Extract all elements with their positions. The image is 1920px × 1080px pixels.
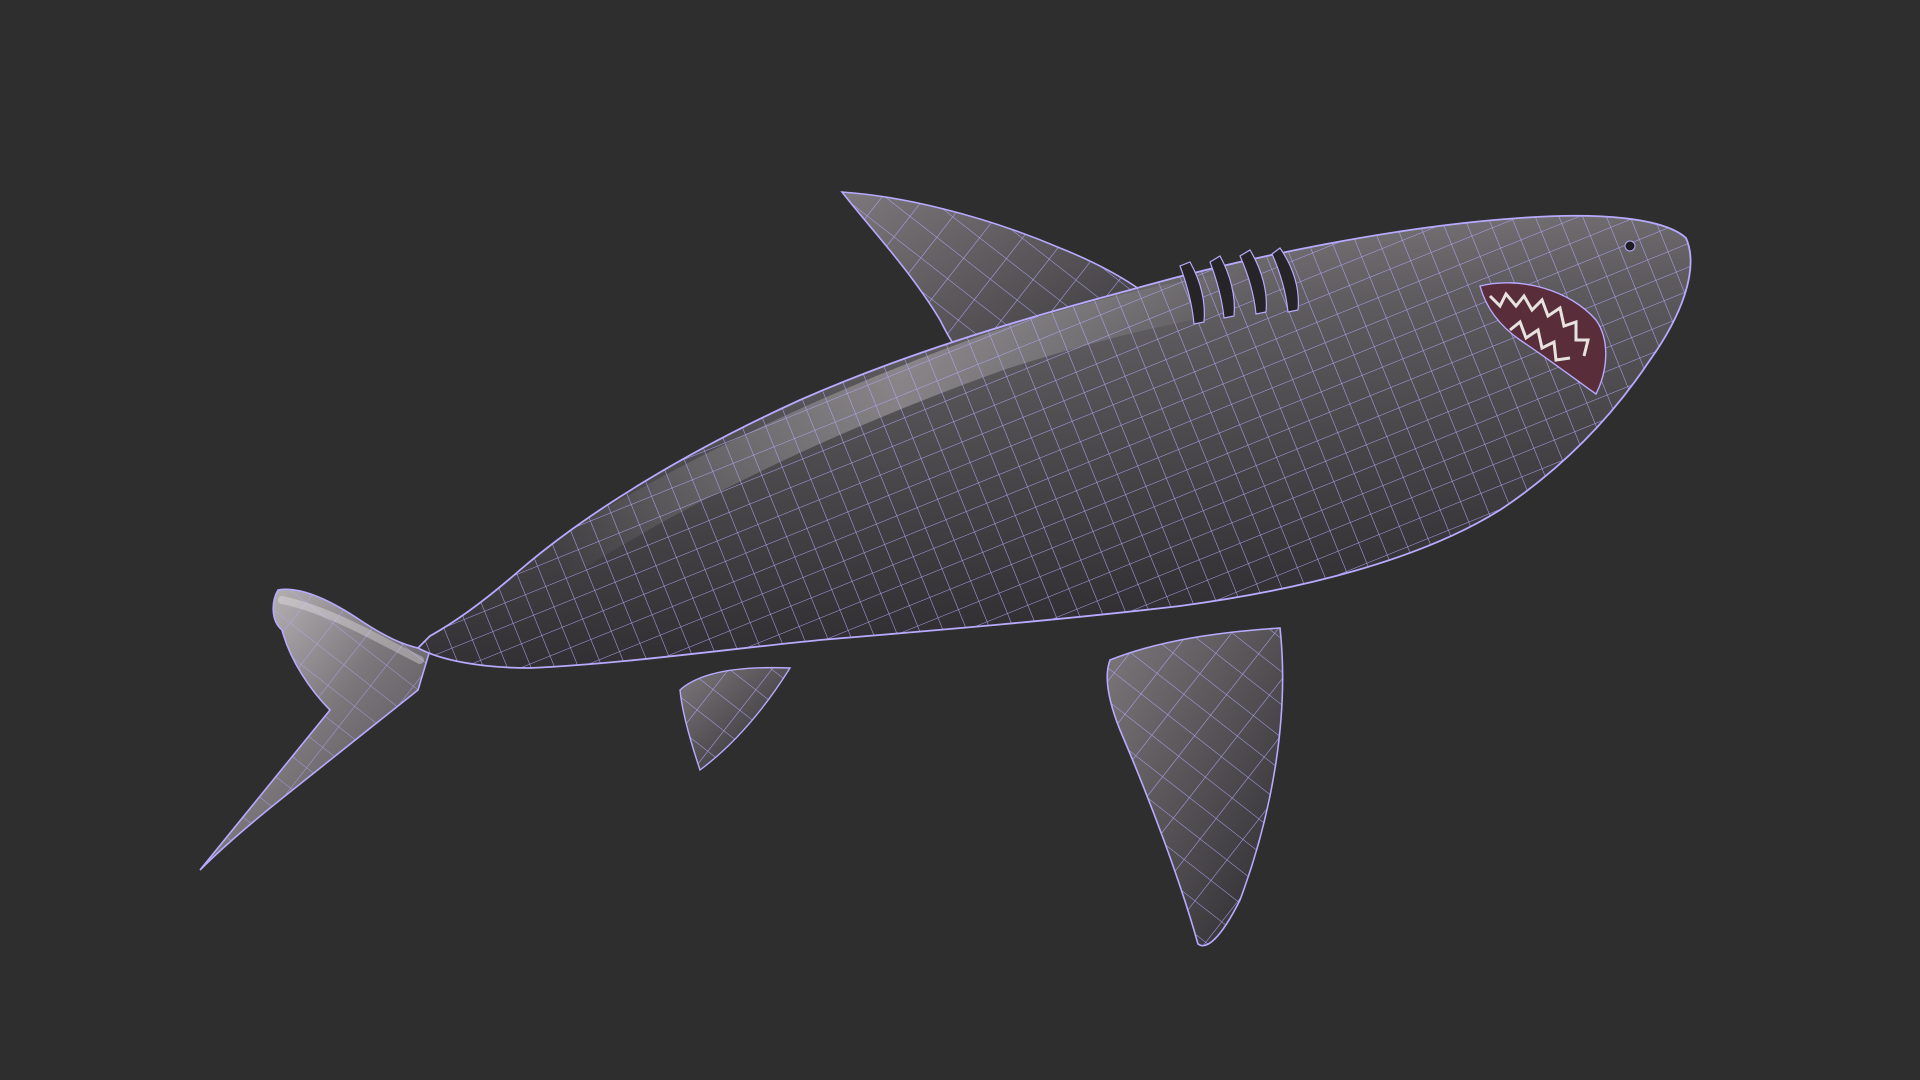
eye (1624, 240, 1636, 252)
shark-render (0, 0, 1920, 1080)
render-viewport (0, 0, 1920, 1080)
